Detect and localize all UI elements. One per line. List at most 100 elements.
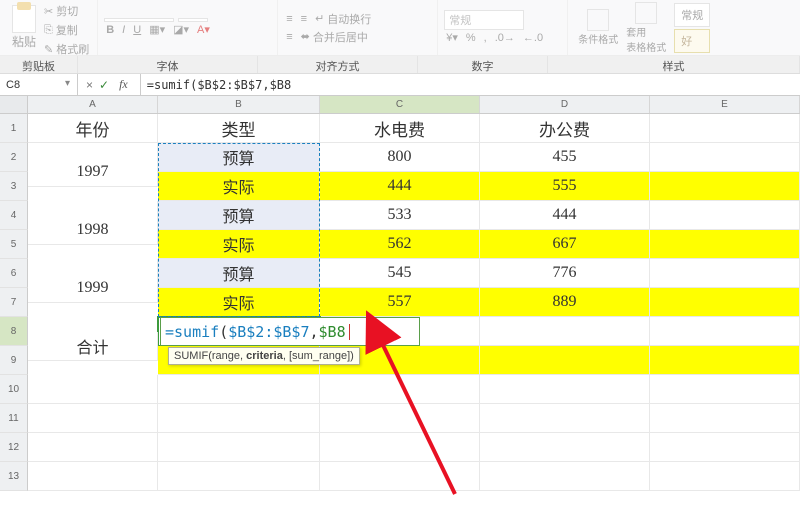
wrap-button[interactable]: ↵自动换行 [313,10,373,28]
cell-B5[interactable]: 实际 [158,230,320,259]
cell-E6[interactable] [650,259,800,288]
cond-format-button[interactable]: 条件格式 [578,9,618,46]
cancel-formula-button[interactable]: × [86,78,93,92]
copy-icon: ⎘ [44,24,53,37]
cell-B4[interactable]: 预算 [158,201,320,230]
row-header[interactable]: 8 [0,317,28,346]
cell-D6[interactable]: 776 [480,259,650,288]
cell-D1[interactable]: 办公费 [480,114,650,143]
row-header[interactable]: 13 [0,462,28,491]
col-header-B[interactable]: B [158,96,320,113]
cell-A1[interactable]: 年份 [28,114,158,143]
copy-button[interactable]: ⎘ 复制 [42,21,91,39]
formula-bar-input[interactable]: =sumif($B$2:$B$7,$B8 [141,74,800,95]
row-header[interactable]: 9 [0,346,28,375]
formula-bar-row: C8 ▾ × ✓ fx =sumif($B$2:$B$7,$B8 [0,74,800,96]
cell-E9[interactable] [650,346,800,375]
cell-A3-merged[interactable]: 1997 [28,158,158,187]
cell-style-good[interactable]: 好 [674,29,710,53]
align-top-button[interactable]: ≡ [284,12,294,26]
cell-D5[interactable]: 667 [480,230,650,259]
cell-B3[interactable]: 实际 [158,172,320,201]
align-left-button[interactable]: ≡ [284,30,294,44]
cell-A7-merged[interactable]: 1999 [28,274,158,303]
cell-E5[interactable] [650,230,800,259]
dec-decimal-button[interactable]: ←.0 [521,31,545,45]
cell-B7[interactable]: 实际 [158,288,320,317]
cell-D8[interactable] [480,317,650,346]
merge-icon: ⬌ [301,30,310,43]
currency-button[interactable]: ¥▾ [444,30,460,45]
merge-button[interactable]: ⬌合并后居中 [299,28,370,46]
col-header-A[interactable]: A [28,96,158,113]
cell-C1[interactable]: 水电费 [320,114,480,143]
cell-style-normal[interactable]: 常规 [674,3,710,27]
name-box-dropdown-icon[interactable]: ▾ [65,78,75,90]
cell-B2[interactable]: 预算 [158,143,320,172]
select-all-corner[interactable] [0,96,28,113]
cell-D7[interactable]: 889 [480,288,650,317]
row-header[interactable]: 4 [0,201,28,230]
paste-label: 粘贴 [12,33,36,50]
comma-button[interactable]: , [482,31,489,45]
cond-format-icon [587,9,609,31]
row-header[interactable]: 10 [0,375,28,404]
cell-E7[interactable] [650,288,800,317]
cell-C6[interactable]: 545 [320,259,480,288]
cell-D4[interactable]: 444 [480,201,650,230]
row-header[interactable]: 7 [0,288,28,317]
cell-E4[interactable] [650,201,800,230]
spreadsheet-grid[interactable]: 1 年份 类型 水电费 办公费 2 预算 800 455 3 1997 实际 4… [0,114,800,491]
cell-A9-merged[interactable]: 合计 [28,332,158,361]
clipboard-icon [12,5,36,33]
cell-C5[interactable]: 562 [320,230,480,259]
cut-button[interactable]: ✂ 剪切 [42,2,91,20]
percent-button[interactable]: % [464,31,478,45]
col-header-C[interactable]: C [320,96,480,113]
wrap-icon: ↵ [315,12,324,25]
cell-D9[interactable] [480,346,650,375]
confirm-formula-button[interactable]: ✓ [99,78,109,92]
row-header[interactable]: 1 [0,114,28,143]
border-button[interactable]: ▦▾ [147,22,167,37]
table-format-button[interactable]: 套用 表格格式 [626,2,666,54]
cell-B6[interactable]: 预算 [158,259,320,288]
italic-button[interactable]: I [120,23,127,37]
cell-C7[interactable]: 557 [320,288,480,317]
cell-C3[interactable]: 444 [320,172,480,201]
number-format-select[interactable]: 常规 [444,10,524,30]
cell-D2[interactable]: 455 [480,143,650,172]
underline-button[interactable]: U [131,23,143,37]
brush-icon: ✎ [44,43,53,56]
row-header[interactable]: 3 [0,172,28,201]
name-box[interactable]: C8 ▾ [0,74,78,95]
cell-D3[interactable]: 555 [480,172,650,201]
table-format-icon [635,2,657,24]
paste-button[interactable]: 粘贴 [6,2,42,53]
cell-editor[interactable]: =sumif($B$2:$B$7,$B8 [160,317,420,346]
bold-button[interactable]: B [104,23,116,37]
scissors-icon: ✂ [44,5,53,18]
cell-E2[interactable] [650,143,800,172]
row-header[interactable]: 6 [0,259,28,288]
inc-decimal-button[interactable]: .0→ [493,31,517,45]
fill-color-button[interactable]: ◪▾ [171,22,191,37]
cell-E8[interactable] [650,317,800,346]
cell-E3[interactable] [650,172,800,201]
cell-B1[interactable]: 类型 [158,114,320,143]
cell-C2[interactable]: 800 [320,143,480,172]
fx-icon[interactable]: fx [115,77,132,92]
cell-C4[interactable]: 533 [320,201,480,230]
align-mid-button[interactable]: ≡ [299,12,309,26]
row-header[interactable]: 5 [0,230,28,259]
col-header-E[interactable]: E [650,96,800,113]
font-color-button[interactable]: A▾ [195,22,212,37]
text-cursor [349,324,350,340]
row-header[interactable]: 12 [0,433,28,462]
cell-E1[interactable] [650,114,800,143]
row-header[interactable]: 11 [0,404,28,433]
row-header[interactable]: 2 [0,143,28,172]
format-painter-button[interactable]: ✎ 格式刷 [42,40,91,58]
col-header-D[interactable]: D [480,96,650,113]
cell-A5-merged[interactable]: 1998 [28,216,158,245]
